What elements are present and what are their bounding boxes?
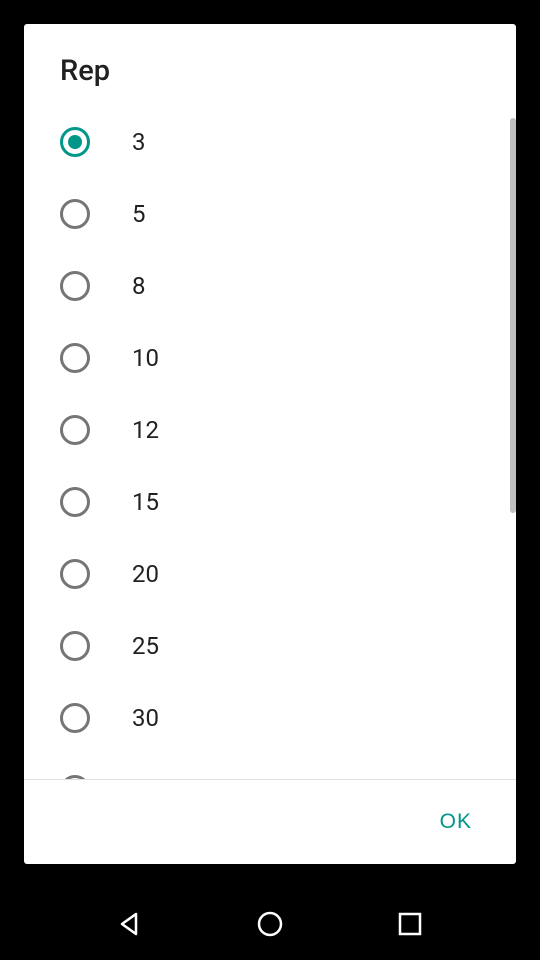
- radio-option[interactable]: 40: [24, 754, 516, 779]
- back-icon: [116, 910, 144, 938]
- radio-option[interactable]: 10: [24, 322, 516, 394]
- radio-label: 15: [132, 488, 159, 516]
- navigation-bar: [0, 888, 540, 960]
- radio-option[interactable]: 30: [24, 682, 516, 754]
- radio-option[interactable]: 5: [24, 178, 516, 250]
- radio-option[interactable]: 12: [24, 394, 516, 466]
- radio-option[interactable]: 3: [24, 106, 516, 178]
- square-icon: [396, 910, 424, 938]
- circle-icon: [256, 910, 284, 938]
- radio-label: 20: [132, 560, 159, 588]
- dialog-title: Rep: [24, 24, 516, 106]
- dialog-list[interactable]: 3 5 8 10 12 15 20 25 30 40: [24, 106, 516, 779]
- radio-label: 5: [132, 200, 146, 228]
- radio-option[interactable]: 15: [24, 466, 516, 538]
- radio-icon: [60, 343, 90, 373]
- radio-icon: [60, 199, 90, 229]
- rep-dialog: Rep 3 5 8 10 12 15 20 25 30 40 OK: [24, 24, 516, 864]
- radio-icon: [60, 559, 90, 589]
- dialog-actions: OK: [24, 779, 516, 864]
- radio-label: 40: [132, 776, 159, 779]
- radio-option[interactable]: 20: [24, 538, 516, 610]
- radio-label: 25: [132, 632, 159, 660]
- radio-option[interactable]: 25: [24, 610, 516, 682]
- radio-label: 12: [132, 416, 159, 444]
- radio-inner-icon: [68, 135, 82, 149]
- radio-label: 3: [132, 128, 146, 156]
- dialog-list-wrapper: 3 5 8 10 12 15 20 25 30 40: [24, 106, 516, 779]
- radio-icon: [60, 127, 90, 157]
- back-button[interactable]: [114, 908, 146, 940]
- radio-icon: [60, 487, 90, 517]
- radio-option[interactable]: 8: [24, 250, 516, 322]
- radio-label: 8: [132, 272, 146, 300]
- radio-icon: [60, 631, 90, 661]
- radio-icon: [60, 703, 90, 733]
- radio-label: 10: [132, 344, 159, 372]
- radio-icon: [60, 415, 90, 445]
- radio-icon: [60, 775, 90, 779]
- radio-icon: [60, 271, 90, 301]
- radio-label: 30: [132, 704, 159, 732]
- ok-button[interactable]: OK: [424, 802, 488, 842]
- recent-button[interactable]: [394, 908, 426, 940]
- home-button[interactable]: [254, 908, 286, 940]
- scrollbar[interactable]: [510, 118, 516, 513]
